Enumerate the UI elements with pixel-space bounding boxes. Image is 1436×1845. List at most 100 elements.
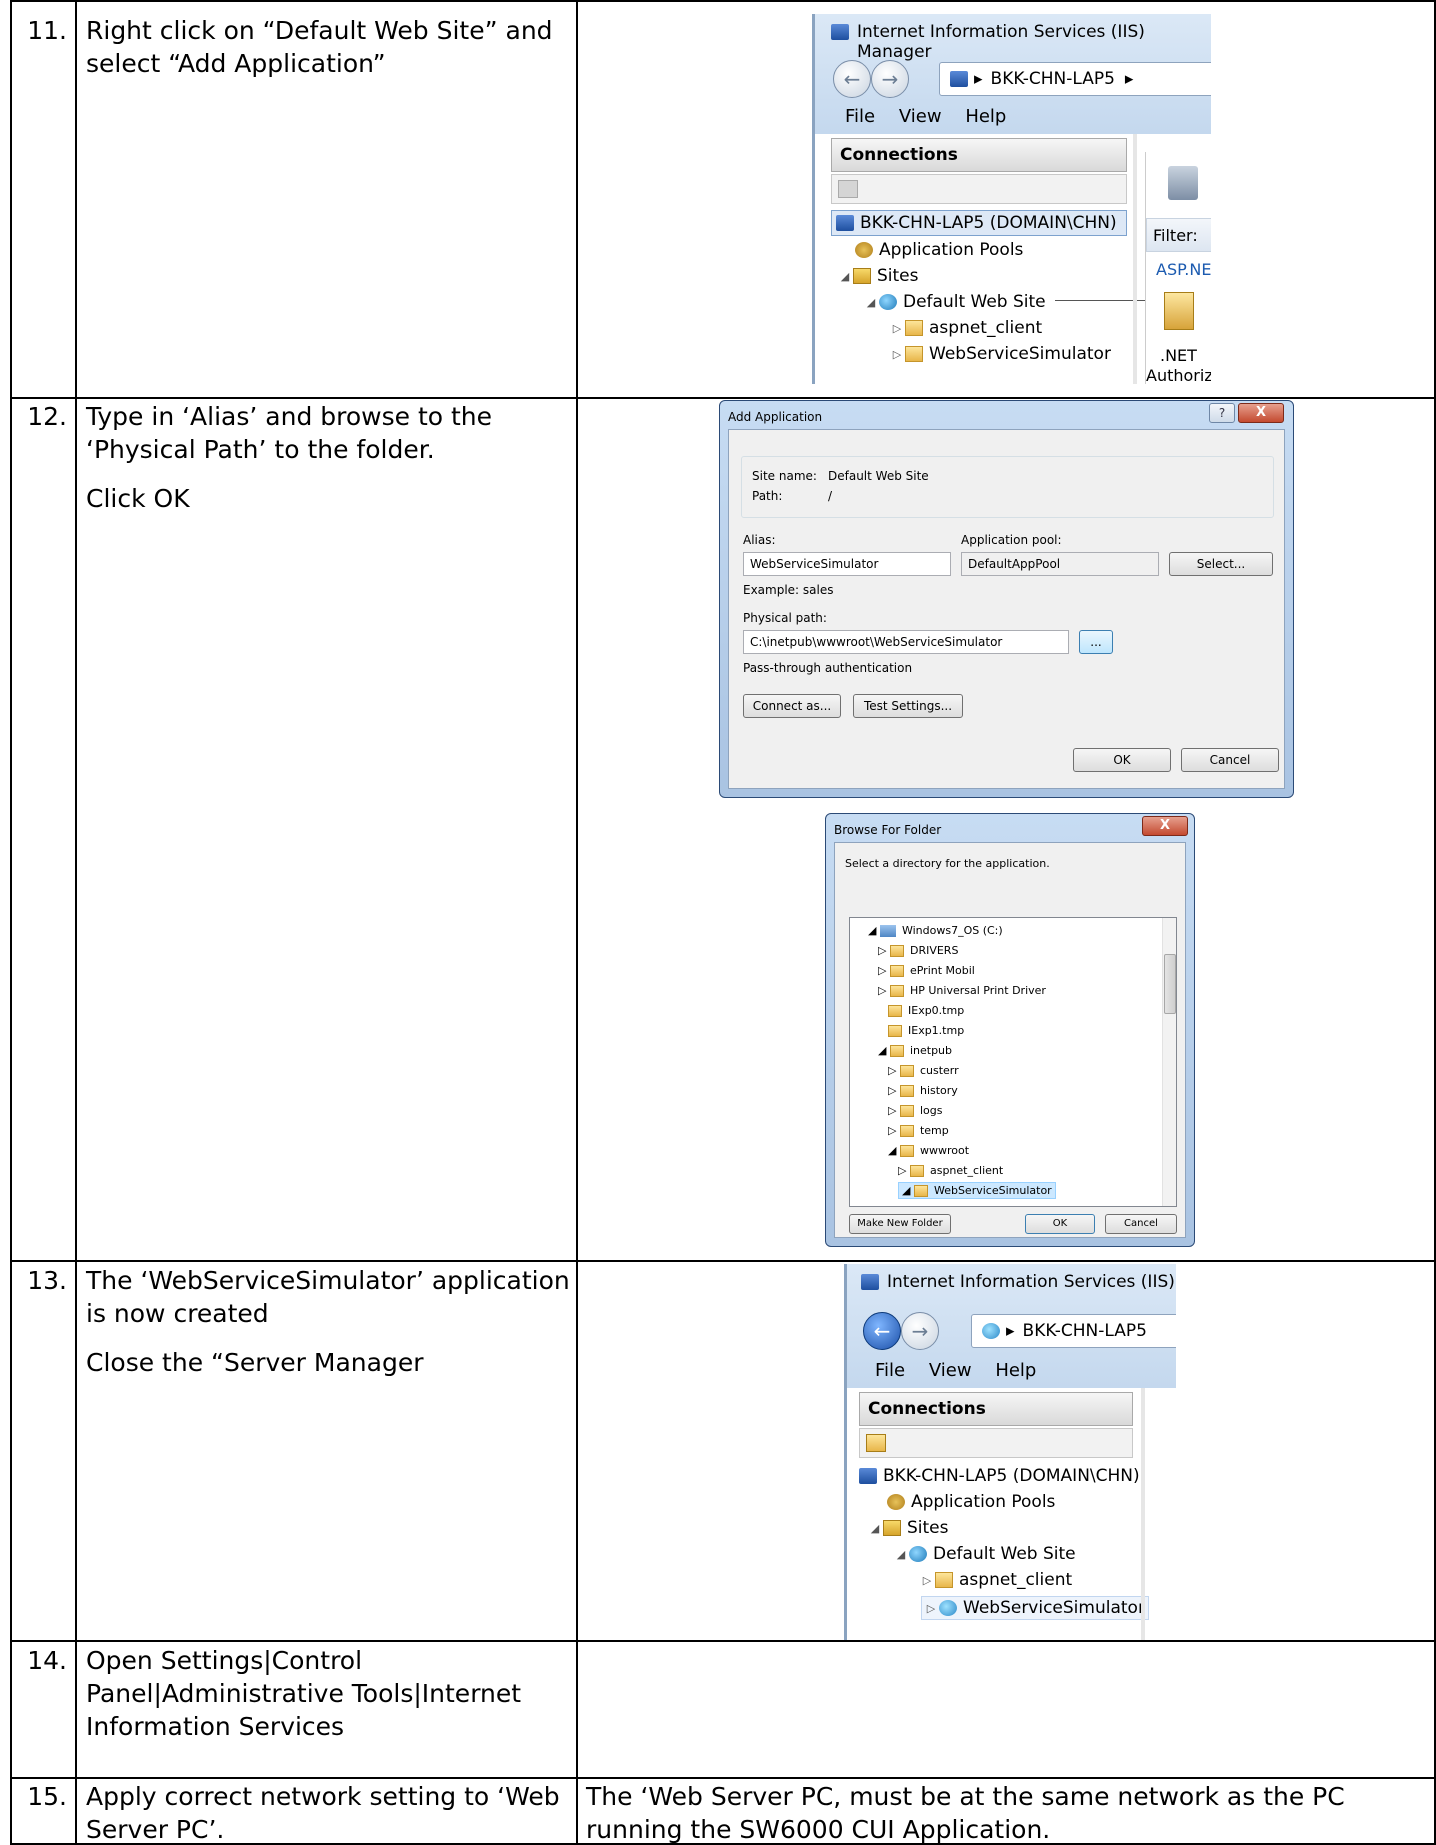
folder-label: DRIVERS: [909, 944, 959, 957]
folder-item[interactable]: ▷ temp: [888, 1124, 949, 1137]
folder-item[interactable]: ◢ inetpub: [878, 1044, 952, 1057]
folder-item[interactable]: ▷ logs: [888, 1104, 942, 1117]
folder-item[interactable]: ◢ Windows7_OS (C:): [868, 924, 1003, 937]
step-number-11: 11.: [27, 16, 67, 45]
breadcrumb-arrow-icon: ▸: [974, 69, 983, 89]
up-folder-icon[interactable]: [866, 1434, 886, 1452]
menu-file[interactable]: File: [845, 106, 875, 127]
tree-node-server[interactable]: BKK-CHN-LAP5 (DOMAIN\CHN): [831, 210, 1127, 236]
alias-input[interactable]: WebServiceSimulator: [743, 552, 951, 576]
tree-node-app-pools[interactable]: Application Pools: [887, 1492, 1055, 1512]
menu-file[interactable]: File: [875, 1360, 905, 1381]
address-bar[interactable]: ▸ BKK-CHN-LAP5: [971, 1314, 1176, 1348]
scrollbar-thumb[interactable]: [1164, 954, 1176, 1014]
folder-tree[interactable]: ◢ Windows7_OS (C:) ▷ DRIVERS ▷ ePrint Mo…: [849, 917, 1177, 1207]
folder-label: custerr: [919, 1064, 959, 1077]
cancel-button[interactable]: Cancel: [1105, 1214, 1177, 1234]
tree-node-webservicesimulator[interactable]: ▷ WebServiceSimulator: [921, 1596, 1149, 1620]
address-text: BKK-CHN-LAP5: [990, 69, 1115, 89]
folder-label: wwwroot: [919, 1144, 970, 1157]
select-pool-button[interactable]: Select...: [1169, 552, 1273, 576]
folder-icon: [889, 945, 904, 957]
close-button[interactable]: X: [1238, 403, 1284, 423]
make-new-folder-button[interactable]: Make New Folder: [849, 1214, 951, 1234]
folder-item[interactable]: IExp1.tmp: [888, 1024, 964, 1037]
folder-icon: [889, 1045, 904, 1057]
scrollbar[interactable]: [1162, 918, 1176, 1206]
back-button[interactable]: ←: [833, 60, 871, 98]
up-folder-icon[interactable]: [838, 180, 858, 198]
menu-help[interactable]: Help: [965, 106, 1006, 127]
forward-button[interactable]: →: [901, 1312, 939, 1350]
tree-node-default-web-site[interactable]: ◢ Default Web Site: [895, 1544, 1076, 1564]
folder-label: temp: [919, 1124, 949, 1137]
folder-icon: [905, 346, 923, 362]
globe-icon: [879, 294, 897, 310]
pane-splitter[interactable]: [1133, 134, 1137, 384]
step-number-13: 13.: [27, 1266, 67, 1295]
application-icon: [939, 1600, 957, 1616]
folder-item[interactable]: ▷ history: [888, 1084, 958, 1097]
column-divider: [576, 0, 578, 1845]
menu-help[interactable]: Help: [995, 1360, 1036, 1381]
expand-triangle-icon: ▷: [898, 1164, 910, 1177]
tree-node-aspnet-client[interactable]: ▷ aspnet_client: [921, 1570, 1072, 1590]
folder-item[interactable]: ▷ HP Universal Print Driver: [878, 984, 1046, 997]
tree-node-aspnet-client[interactable]: ▷ aspnet_client: [891, 318, 1042, 338]
collapse-triangle-icon: ◢: [896, 1547, 906, 1561]
step-13-line: Close the “Server Manager: [86, 1348, 424, 1377]
folder-item-selected[interactable]: ◢ WebServiceSimulator: [898, 1182, 1056, 1199]
dialog-title: Add Application: [728, 410, 823, 424]
address-bar[interactable]: ▸ BKK-CHN-LAP5 ▸: [939, 62, 1211, 96]
application-pool-field: DefaultAppPool: [961, 552, 1159, 576]
server-large-icon: [1168, 166, 1198, 200]
help-button[interactable]: ?: [1209, 403, 1235, 423]
menu-view[interactable]: View: [929, 1360, 972, 1381]
tree-node-app-pools[interactable]: Application Pools: [855, 240, 1023, 260]
cancel-button[interactable]: Cancel: [1181, 748, 1279, 772]
tree-node-default-web-site[interactable]: ◢ Default Web Site: [865, 292, 1046, 312]
connections-toolbar: [831, 174, 1127, 204]
connect-as-button[interactable]: Connect as...: [743, 694, 841, 718]
folder-item[interactable]: ▷ aspnet_client: [898, 1164, 1003, 1177]
collapse-triangle-icon: ◢: [878, 1044, 890, 1057]
folder-item[interactable]: ▷ DRIVERS: [878, 944, 958, 957]
step-number-14: 14.: [27, 1646, 67, 1675]
back-button[interactable]: ←: [863, 1312, 901, 1350]
close-button[interactable]: X: [1142, 816, 1188, 836]
pane-splitter[interactable]: [1141, 1388, 1145, 1640]
back-arrow-icon: ←: [843, 67, 861, 91]
tree-node-webservicesimulator[interactable]: ▷ WebServiceSimulator: [891, 344, 1111, 364]
row-divider: [10, 1640, 1436, 1642]
connections-header: Connections: [831, 138, 1127, 172]
iis-app-icon: [831, 24, 849, 40]
ok-button[interactable]: OK: [1025, 1214, 1095, 1234]
physical-path-input[interactable]: C:\inetpub\wwwroot\WebServiceSimulator: [743, 630, 1069, 654]
forward-button[interactable]: →: [871, 60, 909, 98]
tree-node-label: aspnet_client: [959, 1570, 1073, 1590]
iis-manager-screenshot: Internet Information Services (IIS) Mana…: [812, 14, 1211, 384]
tree-node-server[interactable]: BKK-CHN-LAP5 (DOMAIN\CHN): [859, 1466, 1140, 1486]
folder-item[interactable]: IExp0.tmp: [888, 1004, 964, 1017]
folder-item[interactable]: ▷ custerr: [888, 1064, 959, 1077]
test-settings-button[interactable]: Test Settings...: [853, 694, 963, 718]
path-value: /: [828, 489, 833, 503]
ok-button[interactable]: OK: [1073, 748, 1171, 772]
menu-view[interactable]: View: [899, 106, 942, 127]
folder-item[interactable]: ▷ ePrint Mobil: [878, 964, 975, 977]
breadcrumb-arrow-icon: ▸: [1124, 69, 1134, 89]
tree-node-sites[interactable]: ◢ Sites: [869, 1518, 949, 1538]
connections-toolbar: [859, 1428, 1133, 1458]
browse-button[interactable]: ...: [1079, 630, 1113, 654]
step-14-text: Open Settings|Control Panel|Administrati…: [86, 1644, 576, 1759]
expand-triangle-icon: ▷: [926, 1601, 936, 1615]
folder-label: logs: [919, 1104, 943, 1117]
server-icon: [859, 1468, 877, 1484]
tree-node-label: BKK-CHN-LAP5 (DOMAIN\CHN): [883, 1466, 1140, 1486]
tree-node-sites[interactable]: ◢ Sites: [839, 266, 919, 286]
tree-node-label: Application Pools: [879, 240, 1024, 260]
app-pool-icon: [855, 242, 873, 258]
folder-label: aspnet_client: [929, 1164, 1004, 1177]
step-14-line: Open Settings|Control Panel|Administrati…: [86, 1646, 522, 1741]
folder-item[interactable]: ◢ wwwroot: [888, 1144, 969, 1157]
